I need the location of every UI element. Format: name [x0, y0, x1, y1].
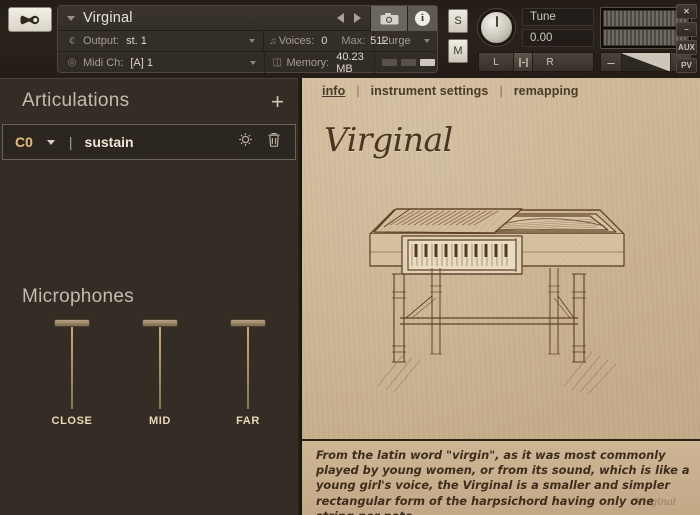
articulation-row[interactable]: C0 | sustain: [2, 124, 296, 160]
chevron-down-icon[interactable]: [46, 139, 55, 145]
tab-instrument-settings[interactable]: instrument settings: [371, 84, 489, 98]
chevron-down-icon[interactable]: [250, 60, 256, 65]
instrument-rack: Virginal i € Output: st. 1 ♫ Voices: 0 M…: [57, 5, 438, 75]
mic-label-far: FAR: [236, 415, 260, 427]
instrument-name: Virginal: [83, 10, 133, 26]
slider-track: [247, 327, 249, 409]
tab-info[interactable]: info: [322, 84, 345, 98]
pan-left-label: L: [493, 56, 499, 68]
output-label: Output:: [83, 35, 120, 47]
wrench-icon[interactable]: [8, 7, 52, 32]
memory-value: 40.23 MB: [336, 50, 364, 75]
prev-arrow-icon[interactable]: [337, 13, 344, 23]
mic-label-mid: MID: [149, 415, 171, 427]
memory-display: ◫ Memory: 40.23 MB: [265, 50, 375, 75]
header-bar: Virginal i € Output: st. 1 ♫ Voices: 0 M…: [0, 0, 700, 78]
main-info-panel: info | instrument settings | remapping V…: [300, 78, 700, 515]
max-label: Max:: [341, 35, 366, 47]
articulations-header: Articulations: [0, 79, 298, 123]
slider-track: [71, 327, 73, 409]
voices-label: Voices:: [278, 35, 315, 47]
info-button[interactable]: i: [407, 5, 437, 31]
midi-label: Midi Ch:: [83, 56, 124, 69]
voices-display: ♫ Voices: 0 Max: 512: [264, 30, 389, 52]
chevron-down-icon[interactable]: [67, 15, 75, 21]
output-select[interactable]: € Output: st. 1: [58, 30, 265, 52]
midi-channel-select[interactable]: ◎ Midi Ch: [A] 1: [58, 52, 265, 73]
add-articulation-button[interactable]: +: [271, 91, 284, 113]
pan-right-label: R: [546, 56, 554, 68]
tune-label: Tune: [522, 8, 594, 26]
mute-button[interactable]: M: [448, 39, 468, 63]
articulations-title: Articulations: [22, 90, 130, 111]
separator: |: [68, 134, 73, 150]
purge-select[interactable]: Purge: [374, 31, 437, 52]
description-box: From the latin word "virgin", as it was …: [302, 439, 700, 515]
tab-separator: |: [499, 84, 503, 98]
memory-label: Memory:: [286, 56, 330, 69]
page-title: Virginal: [324, 120, 453, 159]
solo-mute-group: S M: [448, 9, 468, 69]
rack-output-row: € Output: st. 1 ♫ Voices: 0 Max: 512 Pur…: [58, 30, 437, 52]
aux-button[interactable]: AUX: [676, 40, 697, 55]
signature: Virginal: [635, 497, 676, 508]
articulation-name: sustain: [84, 134, 134, 150]
voices-value: 0: [321, 35, 328, 47]
midi-icon: ◎: [67, 57, 77, 68]
pan-handle[interactable]: [513, 53, 533, 71]
purge-bar: [420, 59, 435, 66]
memory-icon: ◫: [272, 57, 282, 68]
close-button[interactable]: ✕: [676, 4, 697, 19]
pan-slider[interactable]: L R: [478, 52, 594, 72]
rack-title-row: Virginal i: [58, 5, 437, 31]
tab-remapping[interactable]: remapping: [514, 84, 579, 98]
chevron-down-icon[interactable]: [249, 39, 256, 43]
slider-track: [159, 327, 161, 409]
info-icon: i: [415, 10, 430, 26]
gear-icon[interactable]: [238, 132, 253, 152]
minimize-button[interactable]: –: [676, 22, 697, 37]
midi-value: [A] 1: [130, 56, 153, 69]
slider-handle[interactable]: [54, 319, 90, 327]
purge-bar: [382, 59, 397, 66]
volume-decrease-button[interactable]: –: [601, 55, 621, 70]
slider-handle[interactable]: [142, 319, 178, 327]
left-control-panel: Articulations + C0 | sustain Microphones…: [0, 78, 298, 515]
preset-nav[interactable]: [337, 13, 361, 23]
tab-bar: info | instrument settings | remapping: [322, 84, 579, 98]
window-controls: ✕ – AUX PV: [676, 4, 697, 76]
tune-knob[interactable]: [478, 9, 515, 46]
trash-icon[interactable]: [267, 132, 281, 153]
chevron-down-icon[interactable]: [424, 39, 430, 43]
rack-midi-row: ◎ Midi Ch: [A] 1 ◫ Memory: 40.23 MB: [58, 50, 437, 75]
knob-pointer: [495, 16, 498, 27]
output-icon: €: [69, 35, 75, 47]
solo-button[interactable]: S: [448, 9, 468, 33]
mic-label-close: CLOSE: [51, 415, 93, 427]
tune-value[interactable]: 0.00: [522, 29, 594, 47]
microphones-title: Microphones: [22, 286, 135, 307]
pv-button[interactable]: PV: [676, 58, 697, 73]
kontakt-instrument-window: Virginal i € Output: st. 1 ♫ Voices: 0 M…: [0, 0, 700, 515]
camera-icon[interactable]: [370, 5, 407, 31]
purge-label: Purge: [381, 35, 411, 47]
purge-meter: [375, 52, 435, 73]
virginal-instrument-drawing: [326, 186, 686, 416]
voices-icon: ♫: [269, 35, 277, 47]
purge-bar: [401, 59, 416, 66]
next-arrow-icon[interactable]: [354, 13, 361, 23]
slider-handle[interactable]: [230, 319, 266, 327]
microphone-sliders: CLOSE MID FAR: [0, 319, 298, 429]
volume-level-wedge[interactable]: [621, 53, 671, 71]
output-value: st. 1: [126, 35, 147, 47]
microphones-header: Microphones: [22, 286, 134, 308]
tab-separator: |: [356, 84, 360, 98]
articulation-key[interactable]: C0: [15, 134, 33, 150]
